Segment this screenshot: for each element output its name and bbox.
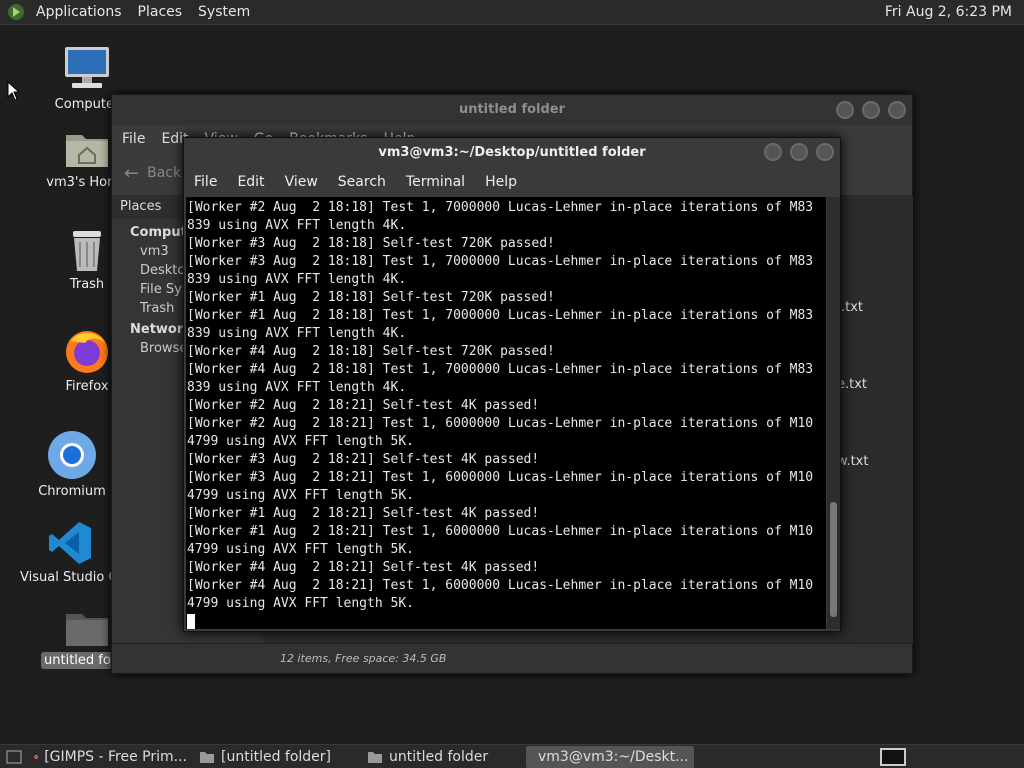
terminal-output[interactable]: [Worker #2 Aug 2 18:18] Test 1, 7000000 … — [186, 197, 826, 629]
terminal-line: [Worker #1 Aug 2 18:18] Test 1, 7000000 … — [187, 308, 814, 323]
places-menu[interactable]: Places — [130, 4, 191, 20]
terminal-line: [Worker #2 Aug 2 18:21] Test 1, 6000000 … — [187, 416, 814, 431]
taskbar-item-terminal[interactable]: vm3@vm3:~/Deskt... — [526, 745, 694, 768]
terminal-line: [Worker #4 Aug 2 18:18] Self-test 720K p… — [187, 344, 555, 359]
terminal-line: 839 using AVX FFT length 4K. — [187, 326, 407, 341]
terminal-line: [Worker #3 Aug 2 18:18] Test 1, 7000000 … — [187, 254, 814, 269]
terminal-line: 839 using AVX FFT length 4K. — [187, 380, 407, 395]
show-desktop-icon — [6, 750, 22, 763]
term-menu-edit[interactable]: Edit — [237, 174, 264, 190]
back-arrow-icon[interactable]: ← — [124, 163, 139, 184]
vscode-icon — [49, 522, 91, 564]
folder-icon — [368, 751, 382, 763]
desktop-label-vscode: Visual Studio Code — [20, 570, 120, 585]
taskbar-item-folder1[interactable]: [untitled folder] — [193, 746, 361, 768]
mouse-pointer-icon — [7, 81, 19, 101]
terminal-window[interactable]: vm3@vm3:~/Desktop/untitled folder File E… — [183, 137, 841, 632]
clock[interactable]: Fri Aug 2, 6:23 PM — [885, 4, 1012, 20]
trash-icon — [73, 231, 101, 271]
terminal-cursor — [187, 613, 826, 629]
terminal-line: [Worker #1 Aug 2 18:18] Self-test 720K p… — [187, 290, 555, 305]
fm-menu-file[interactable]: File — [122, 131, 145, 147]
status-bar: 12 items, Free space: 34.5 GB — [112, 643, 912, 673]
back-button[interactable]: Back — [147, 165, 181, 181]
file-item[interactable]: .txt — [841, 300, 863, 315]
terminal-menubar: File Edit View Search Terminal Help — [184, 168, 840, 196]
term-menu-search[interactable]: Search — [338, 174, 386, 190]
terminal-line: [Worker #2 Aug 2 18:18] Test 1, 7000000 … — [187, 200, 814, 215]
terminal-line: [Worker #2 Aug 2 18:21] Self-test 4K pas… — [187, 398, 540, 413]
close-button[interactable] — [888, 101, 906, 119]
mate-logo-icon[interactable] — [6, 2, 26, 22]
home-folder-icon — [66, 135, 108, 167]
terminal-line: [Worker #3 Aug 2 18:18] Self-test 720K p… — [187, 236, 555, 251]
terminal-line: [Worker #3 Aug 2 18:21] Self-test 4K pas… — [187, 452, 540, 467]
taskbar-item-folder2[interactable]: untitled folder — [361, 746, 526, 768]
top-panel: Applications Places System Fri Aug 2, 6:… — [0, 0, 1024, 25]
taskbar-label: [GIMPS - Free Prim... — [44, 748, 187, 765]
minimize-button[interactable] — [764, 143, 782, 161]
maximize-button[interactable] — [790, 143, 808, 161]
terminal-line: 4799 using AVX FFT length 5K. — [187, 434, 414, 449]
terminal-line: [Worker #4 Aug 2 18:21] Self-test 4K pas… — [187, 560, 540, 575]
taskbar-label: [untitled folder] — [221, 748, 332, 765]
terminal-line: 839 using AVX FFT length 4K. — [187, 272, 407, 287]
terminal-scrollbar[interactable] — [827, 197, 840, 629]
term-menu-file[interactable]: File — [194, 174, 217, 190]
taskbar-label: vm3@vm3:~/Deskt... — [538, 748, 689, 765]
taskbar-label: untitled folder — [389, 748, 489, 765]
file-item[interactable]: e.txt — [837, 377, 867, 392]
terminal-line: [Worker #3 Aug 2 18:21] Test 1, 6000000 … — [187, 470, 814, 485]
terminal-line: 4799 using AVX FFT length 5K. — [187, 488, 414, 503]
term-menu-view[interactable]: View — [285, 174, 318, 190]
scrollbar-thumb[interactable] — [830, 502, 837, 617]
bottom-panel: [GIMPS - Free Prim... [untitled folder] … — [0, 744, 1024, 768]
system-menu[interactable]: System — [190, 4, 258, 20]
taskbar-item-gimps[interactable]: [GIMPS - Free Prim... — [28, 746, 193, 768]
workspace-switcher[interactable] — [874, 746, 912, 768]
terminal-line: 4799 using AVX FFT length 5K. — [187, 542, 414, 557]
firefox-icon — [66, 331, 108, 373]
firefox-icon — [34, 754, 38, 759]
term-menu-terminal[interactable]: Terminal — [406, 174, 465, 190]
terminal-line: 4799 using AVX FFT length 5K. — [187, 596, 414, 611]
maximize-button[interactable] — [862, 101, 880, 119]
term-menu-help[interactable]: Help — [485, 174, 517, 190]
terminal-line: [Worker #1 Aug 2 18:21] Self-test 4K pas… — [187, 506, 540, 521]
workspace-icon — [880, 747, 906, 766]
terminal-line: [Worker #4 Aug 2 18:18] Test 1, 7000000 … — [187, 362, 814, 377]
computer-icon — [65, 47, 109, 88]
folder-icon — [66, 614, 108, 646]
desktop-icon-vscode[interactable]: Visual Studio Code — [20, 520, 120, 585]
file-item[interactable]: w.txt — [837, 454, 868, 469]
close-button[interactable] — [816, 143, 834, 161]
desktop-label-chromium: Chromium — [38, 484, 106, 499]
file-manager-title: untitled folder — [112, 95, 912, 125]
desktop-icon-chromium[interactable]: Chromium — [22, 430, 122, 499]
terminal-title: vm3@vm3:~/Desktop/untitled folder — [184, 138, 840, 168]
minimize-button[interactable] — [836, 101, 854, 119]
terminal-line: [Worker #1 Aug 2 18:21] Test 1, 6000000 … — [187, 524, 814, 539]
folder-icon — [200, 751, 214, 763]
show-desktop-button[interactable] — [0, 746, 28, 768]
terminal-line: [Worker #4 Aug 2 18:21] Test 1, 6000000 … — [187, 578, 814, 593]
applications-menu[interactable]: Applications — [28, 4, 130, 20]
chromium-icon — [48, 431, 96, 479]
terminal-line: 839 using AVX FFT length 4K. — [187, 218, 407, 233]
